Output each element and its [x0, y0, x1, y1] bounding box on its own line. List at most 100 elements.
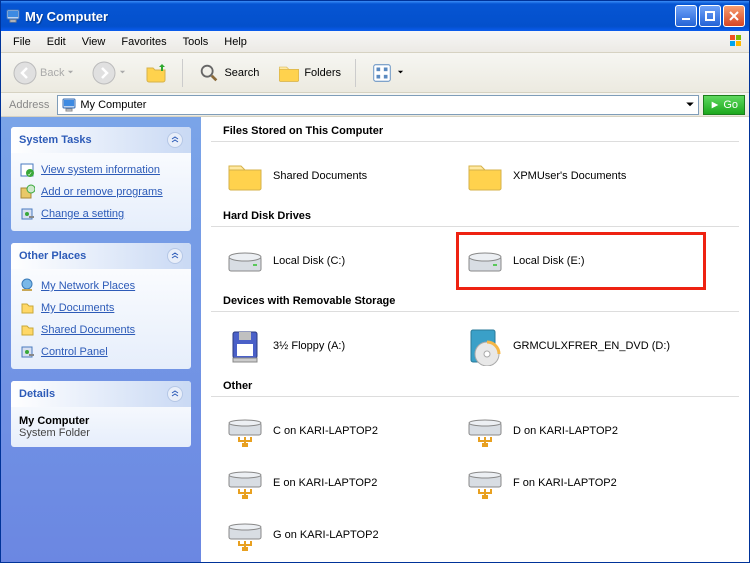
- toolbar: Back Search Folders: [1, 53, 749, 93]
- back-button[interactable]: Back: [7, 57, 80, 89]
- search-label: Search: [224, 67, 259, 79]
- collapse-icon: [167, 132, 183, 148]
- panel-system-tasks: System Tasks View system information Add…: [11, 127, 191, 231]
- link-my-documents[interactable]: My Documents: [19, 297, 183, 319]
- menu-edit[interactable]: Edit: [39, 34, 74, 50]
- menu-file[interactable]: File: [5, 34, 39, 50]
- search-button[interactable]: Search: [191, 57, 265, 89]
- menu-favorites[interactable]: Favorites: [113, 34, 174, 50]
- link-label: Change a setting: [41, 208, 124, 220]
- add-remove-icon: [19, 184, 35, 200]
- item-net-g[interactable]: G on KARI-LAPTOP2: [221, 511, 461, 559]
- back-dropdown-icon: [67, 69, 74, 76]
- folders-icon: [277, 61, 301, 85]
- item-label: 3½ Floppy (A:): [273, 340, 345, 352]
- menu-help[interactable]: Help: [216, 34, 255, 50]
- panel-head-other-places[interactable]: Other Places: [11, 243, 191, 269]
- forward-dropdown-icon: [119, 69, 126, 76]
- folder-icon: [19, 322, 35, 338]
- collapse-icon: [167, 248, 183, 264]
- item-label: Shared Documents: [273, 170, 367, 182]
- item-shared-documents[interactable]: Shared Documents: [221, 152, 461, 200]
- item-label: G on KARI-LAPTOP2: [273, 529, 379, 541]
- folders-label: Folders: [304, 67, 341, 79]
- windows-flag-icon: [727, 33, 745, 51]
- detail-name: My Computer: [19, 415, 183, 427]
- go-button[interactable]: Go: [703, 95, 745, 115]
- panel-head-system-tasks[interactable]: System Tasks: [11, 127, 191, 153]
- item-net-f[interactable]: F on KARI-LAPTOP2: [461, 459, 701, 507]
- info-icon: [19, 162, 35, 178]
- forward-button[interactable]: [86, 57, 132, 89]
- go-icon: [710, 100, 720, 110]
- network-disk-icon: [225, 411, 265, 451]
- section-removable: Devices with Removable Storage: [211, 287, 739, 312]
- forward-icon: [92, 61, 116, 85]
- views-button[interactable]: [364, 57, 410, 89]
- disk-icon: [225, 241, 265, 281]
- section-hard-disks: Hard Disk Drives: [211, 202, 739, 227]
- link-label: Shared Documents: [41, 324, 135, 336]
- network-disk-icon: [465, 411, 505, 451]
- panel-other-places: Other Places My Network Places My Docume…: [11, 243, 191, 369]
- address-input-wrap[interactable]: [57, 95, 699, 115]
- panel-title: Other Places: [19, 250, 86, 262]
- link-control-panel[interactable]: Control Panel: [19, 341, 183, 363]
- item-floppy-a[interactable]: 3½ Floppy (A:): [221, 322, 461, 370]
- item-user-documents[interactable]: XPMUser's Documents: [461, 152, 701, 200]
- back-icon: [13, 61, 37, 85]
- link-change-setting[interactable]: Change a setting: [19, 203, 183, 225]
- address-label: Address: [5, 99, 53, 111]
- content-area: Files Stored on This Computer Shared Doc…: [201, 117, 749, 562]
- link-label: My Network Places: [41, 280, 135, 292]
- panel-title: System Tasks: [19, 134, 92, 146]
- detail-type: System Folder: [19, 427, 183, 439]
- item-label: GRMCULXFRER_EN_DVD (D:): [513, 340, 670, 352]
- network-disk-icon: [225, 515, 265, 555]
- item-net-e[interactable]: E on KARI-LAPTOP2: [221, 459, 461, 507]
- folder-icon: [19, 300, 35, 316]
- address-dropdown-icon[interactable]: [685, 100, 695, 110]
- item-dvd-d[interactable]: GRMCULXFRER_EN_DVD (D:): [461, 322, 701, 370]
- network-icon: [19, 278, 35, 294]
- menu-view[interactable]: View: [74, 34, 114, 50]
- link-label: My Documents: [41, 302, 114, 314]
- search-icon: [197, 61, 221, 85]
- item-net-c[interactable]: C on KARI-LAPTOP2: [221, 407, 461, 455]
- section-other: Other: [211, 372, 739, 397]
- link-shared-documents[interactable]: Shared Documents: [19, 319, 183, 341]
- item-label: Local Disk (C:): [273, 255, 345, 267]
- menu-tools[interactable]: Tools: [175, 34, 217, 50]
- folder-icon: [465, 156, 505, 196]
- panel-head-details[interactable]: Details: [11, 381, 191, 407]
- item-net-d[interactable]: D on KARI-LAPTOP2: [461, 407, 701, 455]
- views-dropdown-icon: [397, 69, 404, 76]
- link-network-places[interactable]: My Network Places: [19, 275, 183, 297]
- go-label: Go: [723, 99, 738, 111]
- link-system-info[interactable]: View system information: [19, 159, 183, 181]
- address-input[interactable]: [80, 99, 682, 111]
- item-label: D on KARI-LAPTOP2: [513, 425, 618, 437]
- views-icon: [370, 61, 394, 85]
- section-files-stored: Files Stored on This Computer: [211, 117, 739, 142]
- menu-bar: File Edit View Favorites Tools Help: [1, 31, 749, 53]
- link-add-remove[interactable]: Add or remove programs: [19, 181, 183, 203]
- folders-button[interactable]: Folders: [271, 57, 347, 89]
- control-icon: [19, 206, 35, 222]
- close-button[interactable]: [723, 5, 745, 27]
- address-icon: [61, 97, 77, 113]
- link-label: View system information: [41, 164, 160, 176]
- item-label: E on KARI-LAPTOP2: [273, 477, 377, 489]
- disk-icon: [465, 241, 505, 281]
- title-bar: My Computer: [1, 1, 749, 31]
- item-label: F on KARI-LAPTOP2: [513, 477, 617, 489]
- maximize-button[interactable]: [699, 5, 721, 27]
- item-local-disk-e[interactable]: Local Disk (E:): [461, 237, 701, 285]
- back-label: Back: [40, 67, 64, 79]
- app-icon: [5, 8, 21, 24]
- network-disk-icon: [225, 463, 265, 503]
- minimize-button[interactable]: [675, 5, 697, 27]
- collapse-icon: [167, 386, 183, 402]
- up-button[interactable]: [138, 57, 174, 89]
- item-local-disk-c[interactable]: Local Disk (C:): [221, 237, 461, 285]
